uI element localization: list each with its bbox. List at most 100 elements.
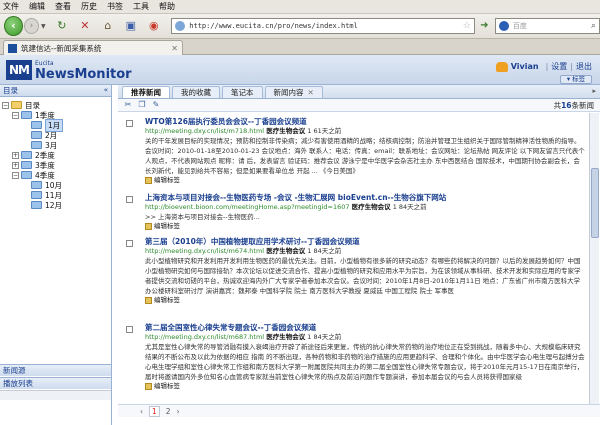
edit-tag-icon xyxy=(145,223,152,230)
news-meta: http://meeting.dxy.cn/list/m718.html 医疗生… xyxy=(145,127,585,136)
security-tool-icon[interactable]: ◉ xyxy=(146,18,161,34)
page-2[interactable]: 2 xyxy=(166,407,171,416)
collapse-icon[interactable]: − xyxy=(2,101,9,109)
favicon-icon xyxy=(8,43,17,53)
main-tabs: 推荐新闻 我的收藏 笔记本 新闻内容 ✕ ▸ xyxy=(118,85,600,99)
collapse-icon[interactable]: − xyxy=(12,171,19,179)
menu-edit[interactable]: 编辑 xyxy=(29,1,45,12)
bookmark-tool-icon[interactable]: ▣ xyxy=(123,18,138,34)
pagination: ‹ 1 2 › xyxy=(118,404,600,417)
tree-node[interactable]: −4季度 xyxy=(2,170,111,180)
search-box[interactable]: 百度 ⌕ xyxy=(494,18,600,34)
item-checkbox[interactable] xyxy=(126,240,133,247)
reload-icon[interactable]: ↻ xyxy=(54,18,69,34)
expand-icon[interactable]: + xyxy=(12,151,19,159)
folder-icon xyxy=(21,151,32,159)
news-title[interactable]: 第二届全国室性心律失常专题会议--丁香园会议频道 xyxy=(145,323,585,333)
tree-node[interactable]: 11月 xyxy=(2,190,111,200)
news-url[interactable]: http://meeting.dxy.cn/list/m687.html xyxy=(145,333,264,341)
edit-tag-link[interactable]: 编辑标签 xyxy=(145,382,585,391)
tabs-scroll-right-icon[interactable]: ▸ xyxy=(592,87,596,95)
stop-icon[interactable]: ✕ xyxy=(77,18,92,34)
menu-bookmarks[interactable]: 书签 xyxy=(107,1,123,12)
tree-node[interactable]: 10月 xyxy=(2,180,111,190)
news-url[interactable]: http://meeting.dxy.cn/list/m718.html xyxy=(145,127,264,135)
user-icon xyxy=(495,61,508,72)
tab-my-favorites[interactable]: 我的收藏 xyxy=(172,86,220,98)
news-source: 医疗生物会议 xyxy=(266,127,306,135)
site-globe-icon xyxy=(175,21,186,31)
tree-node[interactable]: +3季度 xyxy=(2,160,111,170)
tab-notebook[interactable]: 笔记本 xyxy=(222,86,263,98)
edit-tag-link[interactable]: 编辑标签 xyxy=(145,296,585,305)
close-tab-icon[interactable]: ✕ xyxy=(171,44,178,53)
page-1[interactable]: 1 xyxy=(149,405,160,417)
prev-page-icon[interactable]: ‹ xyxy=(140,407,143,416)
edit-tag-link[interactable]: 编辑标签 xyxy=(145,176,585,185)
settings-link[interactable]: 设置 xyxy=(551,61,567,72)
news-url[interactable]: http://bioevent.bioon.com/meetingHome.as… xyxy=(145,203,350,211)
home-icon[interactable]: ⌂ xyxy=(100,18,115,34)
collapse-icon[interactable]: − xyxy=(12,111,19,119)
collapse-left-icon[interactable]: « xyxy=(104,85,108,96)
directory-panel: 目录 « − 目录 −1季度 1月 2月 3月 +2季度 +3季度 −4季度 10月 11月 12月 … xyxy=(0,85,112,425)
bookmark-star-icon[interactable]: ☆ xyxy=(463,21,471,31)
menu-file[interactable]: 文件 xyxy=(3,1,19,12)
news-title[interactable]: 第三届（2010年）中国植物提取应用学术研讨--丁香园会议频道 xyxy=(145,237,585,247)
news-url[interactable]: http://meeting.dxy.cn/list/m674.html xyxy=(145,247,264,255)
folder-icon xyxy=(21,161,32,169)
item-checkbox[interactable] xyxy=(126,326,133,333)
expand-icon[interactable]: + xyxy=(12,161,19,169)
tab-recommended-news[interactable]: 推荐新闻 xyxy=(122,86,170,98)
browser-tab[interactable]: 筑建信达--新闻采集系统 ✕ xyxy=(3,40,183,55)
delete-icon[interactable]: ✂ xyxy=(123,100,133,110)
app-header: NM Eucita NewsMonitor Vivian | 设置 | 退出 ▾… xyxy=(0,55,600,85)
item-checkbox[interactable] xyxy=(126,196,133,203)
tree-node[interactable]: +2季度 xyxy=(2,150,111,160)
copy-icon[interactable]: ❐ xyxy=(137,100,147,110)
folder-icon xyxy=(11,101,22,109)
favorite-icon[interactable]: ✎ xyxy=(151,100,161,110)
item-checkbox[interactable] xyxy=(126,120,133,127)
news-source-panel[interactable]: 新闻源 xyxy=(0,364,111,376)
news-count: 共16条新闻 xyxy=(553,100,594,110)
close-icon[interactable]: ✕ xyxy=(308,88,314,97)
playlist-panel[interactable]: 播放列表 xyxy=(0,377,111,389)
back-arrow-icon[interactable]: ‹ xyxy=(4,16,23,36)
history-dropdown-icon[interactable]: ▼ xyxy=(41,23,48,30)
tree-node[interactable]: − 目录 xyxy=(2,100,111,110)
tree-node[interactable]: 1月 xyxy=(2,118,111,132)
edit-tag-icon xyxy=(145,177,152,184)
menu-tools[interactable]: 工具 xyxy=(133,1,149,12)
address-bar[interactable]: http://www.eucita.cn/pro/news/index.html… xyxy=(171,18,475,34)
browser-tab-title: 筑建信达--新闻采集系统 xyxy=(21,43,102,53)
news-list-scrollbar[interactable] xyxy=(589,113,599,413)
search-icon[interactable]: ⌕ xyxy=(591,21,596,31)
folder-icon xyxy=(31,201,42,209)
news-time: 1 84天之前 xyxy=(307,247,342,255)
tree-node[interactable]: 3月 xyxy=(2,140,111,150)
tag-dropdown-button[interactable]: ▾ 标签 xyxy=(560,75,592,84)
tab-news-content[interactable]: 新闻内容 ✕ xyxy=(264,86,323,98)
left-horizontal-scrollbar[interactable] xyxy=(0,390,111,400)
directory-tree: − 目录 −1季度 1月 2月 3月 +2季度 +3季度 −4季度 10月 11月 12月 xyxy=(0,97,111,210)
news-time: 1 61天之前 xyxy=(307,127,342,135)
news-title[interactable]: WTO第126届执行委员会会议--丁香园会议频道 xyxy=(145,117,585,127)
tree-node[interactable]: 12月 xyxy=(2,200,111,210)
next-page-icon[interactable]: › xyxy=(177,407,180,416)
folder-icon xyxy=(21,171,32,179)
go-arrow-icon[interactable]: ➜ xyxy=(478,19,491,33)
forward-arrow-icon[interactable]: › xyxy=(23,18,39,34)
news-meta: http://meeting.dxy.cn/list/m687.html 医疗生… xyxy=(145,333,585,342)
tree-node[interactable]: 2月 xyxy=(2,130,111,140)
search-engine-icon[interactable] xyxy=(498,21,509,31)
menu-help[interactable]: 帮助 xyxy=(159,1,175,12)
news-title[interactable]: 上海资本与项目对接会--生物医药专场 -会议 -生物汇展网 bioEvent.c… xyxy=(145,193,585,203)
browser-navbar: ‹ › ▼ ↻ ✕ ⌂ ▣ ◉ http://www.eucita.cn/pro… xyxy=(0,14,600,39)
scrollbar-thumb[interactable] xyxy=(591,168,599,238)
edit-tag-link[interactable]: 编辑标签 xyxy=(145,222,585,231)
menu-view[interactable]: 查看 xyxy=(55,1,71,12)
address-url: http://www.eucita.cn/pro/news/index.html xyxy=(189,22,358,30)
menu-history[interactable]: 历史 xyxy=(81,1,97,12)
logout-link[interactable]: 退出 xyxy=(576,61,592,72)
